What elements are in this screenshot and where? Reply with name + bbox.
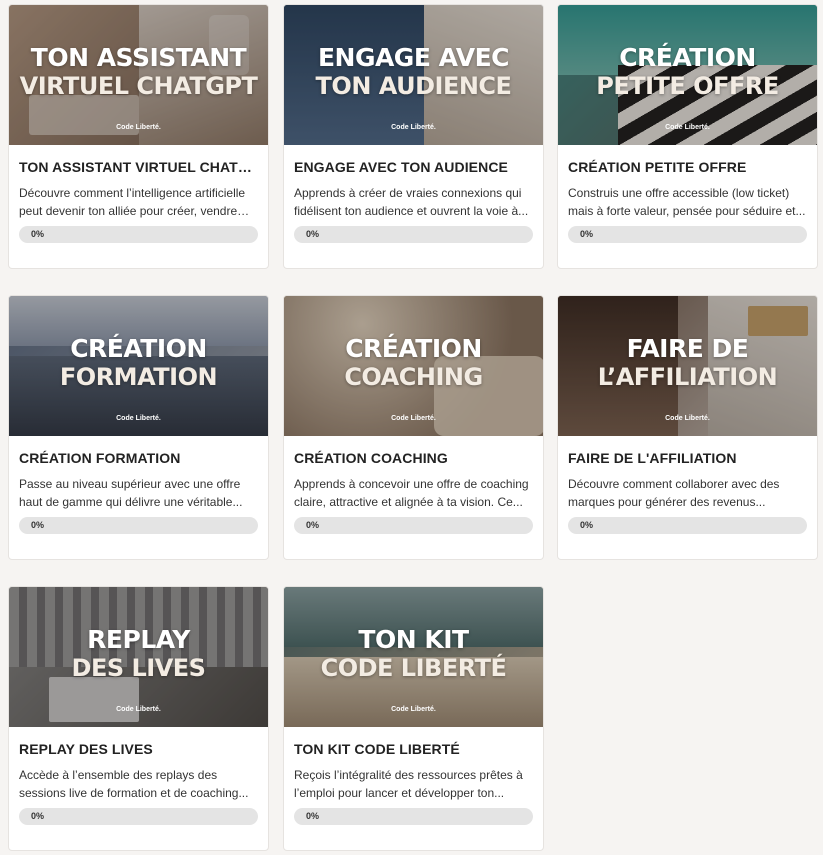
brand-watermark: Code Liberté.: [391, 124, 436, 131]
thumbnail-title-line-2: DES LIVES: [71, 654, 206, 682]
course-thumbnail[interactable]: REPLAY DES LIVES Code Liberté.: [9, 587, 268, 727]
course-description: Reçois l’intégralité des ressources prêt…: [294, 768, 523, 800]
course-title[interactable]: TON KIT CODE LIBERTÉ: [294, 741, 533, 757]
progress-percent: 0%: [31, 229, 45, 239]
brand-watermark: Code Liberté.: [665, 124, 710, 131]
course-thumbnail[interactable]: CRÉATION COACHING Code Liberté.: [284, 296, 543, 436]
brand-watermark: Code Liberté.: [116, 415, 161, 422]
progress-percent: 0%: [306, 229, 320, 239]
course-description: Apprends à concevoir une offre de coachi…: [294, 477, 529, 509]
course-title[interactable]: TON ASSISTANT VIRTUEL CHATGPT: [19, 159, 258, 175]
progress-bar: 0%: [19, 226, 258, 243]
thumbnail-title-line-1: REPLAY: [87, 625, 190, 654]
thumbnail-title-line-2: CODE LIBERTÉ: [320, 654, 507, 682]
progress-bar: 0%: [568, 517, 807, 534]
course-card[interactable]: CRÉATION COACHING Code Liberté. CRÉATION CO…: [283, 295, 544, 560]
brand-watermark: Code Liberté.: [665, 415, 710, 422]
course-card-body: CRÉATION PETITE OFFRE Construis une offre…: [558, 159, 817, 243]
thumbnail-title-line-2: L’AFFILIATION: [597, 363, 778, 391]
course-card-body: FAIRE DE L'AFFILIATION Découvre comment c…: [558, 450, 817, 534]
course-thumbnail[interactable]: TON KIT CODE LIBERTÉ Code Liberté.: [284, 587, 543, 727]
course-title[interactable]: CRÉATION FORMATION: [19, 450, 258, 466]
progress-percent: 0%: [31, 520, 45, 530]
course-card[interactable]: ENGAGE AVEC TON AUDIENCE Code Liberté. ENGA…: [283, 4, 544, 269]
brand-watermark: Code Liberté.: [116, 706, 161, 713]
course-card[interactable]: CRÉATION PETITE OFFRE Code Liberté. CRÉATIO…: [557, 4, 818, 269]
thumbnail-title-line-1: ENGAGE AVEC: [317, 43, 510, 72]
brand-watermark: Code Liberté.: [391, 415, 436, 422]
course-thumbnail[interactable]: FAIRE DE L’AFFILIATION Code Liberté.: [558, 296, 817, 436]
course-card-body: TON KIT CODE LIBERTÉ Reçois l’intégralité…: [284, 741, 543, 825]
course-description: Découvre comment collaborer avec des mar…: [568, 477, 780, 509]
progress-bar: 0%: [19, 517, 258, 534]
course-title[interactable]: CRÉATION COACHING: [294, 450, 533, 466]
course-card-body: CRÉATION FORMATION Passe au niveau supéri…: [9, 450, 268, 534]
course-title[interactable]: REPLAY DES LIVES: [19, 741, 258, 757]
brand-watermark: Code Liberté.: [116, 124, 161, 131]
progress-bar: 0%: [568, 226, 807, 243]
thumbnail-title-line-1: TON ASSISTANT: [30, 43, 247, 72]
brand-watermark: Code Liberté.: [391, 706, 436, 713]
course-description: Découvre comment l’intelligence artifici…: [19, 186, 246, 218]
progress-bar: 0%: [294, 517, 533, 534]
course-card[interactable]: REPLAY DES LIVES Code Liberté. REPLAY DES L…: [8, 586, 269, 851]
progress-bar: 0%: [294, 808, 533, 825]
course-card[interactable]: TON KIT CODE LIBERTÉ Code Liberté. TON KIT …: [283, 586, 544, 851]
course-card-body: TON ASSISTANT VIRTUEL CHATGPT Découvre co…: [9, 159, 268, 243]
thumbnail-title-line-2: VIRTUEL CHATGPT: [19, 72, 258, 100]
thumbnail-title-line-2: TON AUDIENCE: [315, 72, 512, 100]
course-description: Apprends à créer de vraies connexions qu…: [294, 186, 529, 218]
course-title[interactable]: FAIRE DE L'AFFILIATION: [568, 450, 807, 466]
thumbnail-title-line-2: COACHING: [344, 363, 483, 391]
course-thumbnail[interactable]: ENGAGE AVEC TON AUDIENCE Code Liberté.: [284, 5, 543, 145]
course-card-body: REPLAY DES LIVES Accède à l’ensemble des …: [9, 741, 268, 825]
progress-percent: 0%: [306, 811, 320, 821]
progress-percent: 0%: [31, 811, 45, 821]
thumbnail-title-line-2: PETITE OFFRE: [596, 72, 779, 100]
progress-percent: 0%: [306, 520, 320, 530]
course-title[interactable]: CRÉATION PETITE OFFRE: [568, 159, 807, 175]
progress-bar: 0%: [294, 226, 533, 243]
course-description: Accède à l’ensemble des replays des sess…: [19, 768, 249, 800]
course-card[interactable]: CRÉATION FORMATION Code Liberté. CRÉATION F…: [8, 295, 269, 560]
thumbnail-title-line-1: CRÉATION: [70, 334, 207, 363]
course-thumbnail[interactable]: CRÉATION PETITE OFFRE Code Liberté.: [558, 5, 817, 145]
thumbnail-title-line-1: TON KIT: [358, 625, 469, 654]
course-card-body: CRÉATION COACHING Apprends à concevoir un…: [284, 450, 543, 534]
course-thumbnail[interactable]: CRÉATION FORMATION Code Liberté.: [9, 296, 268, 436]
progress-bar: 0%: [19, 808, 258, 825]
course-card-body: ENGAGE AVEC TON AUDIENCE Apprends à créer…: [284, 159, 543, 243]
thumbnail-title-line-2: FORMATION: [59, 363, 218, 391]
course-card[interactable]: TON ASSISTANT VIRTUEL CHATGPT Code Liberté…: [8, 4, 269, 269]
thumbnail-title-line-1: CRÉATION: [345, 334, 482, 363]
progress-percent: 0%: [580, 229, 594, 239]
progress-percent: 0%: [580, 520, 594, 530]
thumbnail-title-line-1: FAIRE DE: [626, 334, 749, 363]
course-description: Construis une offre accessible (low tick…: [568, 186, 806, 218]
course-card[interactable]: FAIRE DE L’AFFILIATION Code Liberté. FAIRE …: [557, 295, 818, 560]
thumbnail-title-line-1: CRÉATION: [619, 43, 756, 72]
course-description: Passe au niveau supérieur avec une offre…: [19, 477, 243, 509]
course-thumbnail[interactable]: TON ASSISTANT VIRTUEL CHATGPT Code Liberté…: [9, 5, 268, 145]
course-title[interactable]: ENGAGE AVEC TON AUDIENCE: [294, 159, 533, 175]
